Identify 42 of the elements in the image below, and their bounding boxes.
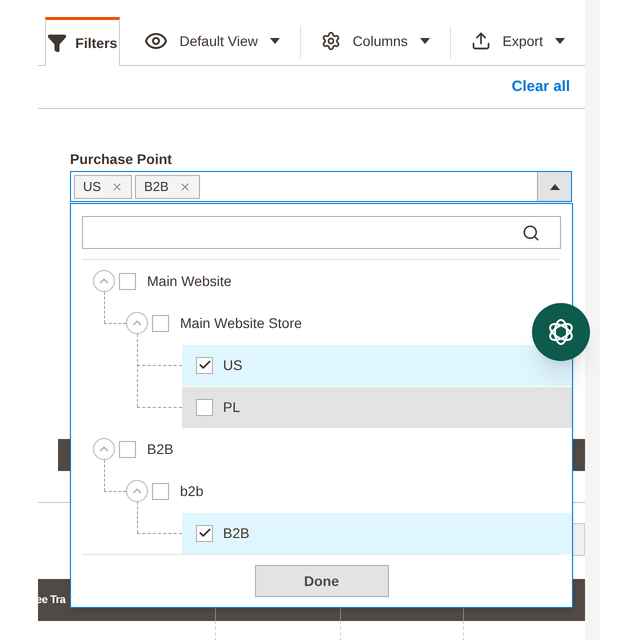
option-label: b2b bbox=[180, 482, 204, 500]
checkbox[interactable] bbox=[152, 482, 169, 500]
selected-tag: US bbox=[74, 174, 132, 198]
collapse-button[interactable] bbox=[93, 438, 115, 460]
select-field[interactable]: US B2B bbox=[70, 171, 572, 202]
checkbox[interactable] bbox=[196, 356, 213, 374]
toolbar-tab[interactable]: Default View bbox=[124, 17, 300, 65]
caret-icon bbox=[550, 184, 560, 190]
tree-option[interactable]: B2B bbox=[182, 512, 572, 554]
done-button[interactable]: Done bbox=[254, 565, 388, 597]
search-icon bbox=[522, 224, 540, 242]
toolbar-tab[interactable]: Export bbox=[450, 17, 585, 65]
upload-icon bbox=[470, 31, 491, 51]
dropdown-toggle[interactable] bbox=[537, 172, 571, 201]
checkbox[interactable] bbox=[152, 314, 169, 332]
toolbar-tab[interactable]: Filters bbox=[45, 17, 120, 66]
tree-option[interactable]: PL bbox=[182, 386, 572, 428]
collapse-button[interactable] bbox=[126, 480, 148, 502]
option-label: B2B bbox=[223, 524, 250, 542]
selected-tag: B2B bbox=[135, 174, 200, 198]
filter-icon bbox=[47, 33, 68, 53]
option-label: PL bbox=[223, 398, 240, 416]
check-icon bbox=[198, 358, 212, 372]
checkbox[interactable] bbox=[119, 440, 136, 458]
collapse-button[interactable] bbox=[126, 312, 148, 334]
remove-icon[interactable] bbox=[178, 180, 191, 192]
option-label: Main Website bbox=[147, 272, 232, 290]
check-icon bbox=[198, 526, 212, 540]
option-label: B2B bbox=[147, 440, 174, 458]
checkbox[interactable] bbox=[119, 272, 136, 290]
collapse-button[interactable] bbox=[93, 270, 115, 292]
field-label: Purchase Point bbox=[70, 150, 173, 169]
remove-icon[interactable] bbox=[111, 180, 124, 192]
checkbox[interactable] bbox=[196, 524, 213, 542]
toolbar-tab[interactable]: Columns bbox=[300, 17, 450, 65]
clear-all-link[interactable]: Clear all bbox=[512, 76, 570, 98]
option-label: Main Website Store bbox=[180, 314, 302, 332]
gear-icon bbox=[320, 31, 341, 51]
option-label: US bbox=[223, 356, 242, 374]
search-field[interactable] bbox=[82, 216, 561, 249]
checkbox[interactable] bbox=[196, 398, 213, 416]
tree-option[interactable]: US bbox=[182, 344, 572, 386]
